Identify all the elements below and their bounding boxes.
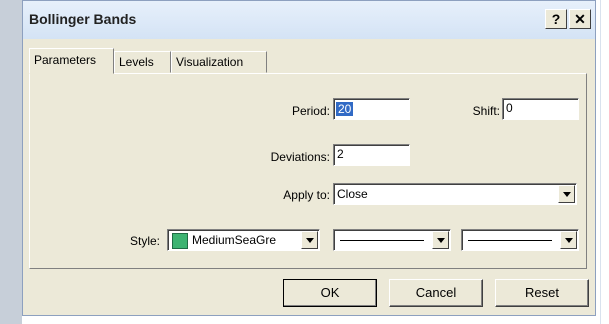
apply-to-label: Apply to: xyxy=(283,188,330,202)
color-dropdown-arrow-icon[interactable] xyxy=(301,231,318,249)
shift-input[interactable]: 0 xyxy=(502,98,579,120)
bollinger-bands-dialog: Bollinger Bands ? ✕ Parameters Levels Vi… xyxy=(22,0,596,316)
line-width-dropdown-arrow-icon[interactable] xyxy=(560,231,577,249)
style-label: Style: xyxy=(129,234,160,248)
background-chart-left xyxy=(0,0,22,324)
shift-label: Shift: xyxy=(472,104,500,118)
cancel-button[interactable]: Cancel xyxy=(389,279,483,307)
reset-button[interactable]: Reset xyxy=(495,279,589,307)
parameters-panel: Period: 20 Shift: 0 Deviations: 2 Apply … xyxy=(29,73,587,269)
line-width-select[interactable] xyxy=(461,229,579,251)
color-value: MediumSeaGre xyxy=(192,233,277,247)
color-select[interactable]: MediumSeaGre xyxy=(167,229,320,251)
line-style-select[interactable] xyxy=(333,229,451,251)
apply-to-select[interactable]: Close xyxy=(333,183,577,205)
deviations-input[interactable]: 2 xyxy=(333,144,410,166)
ok-button[interactable]: OK xyxy=(283,279,377,307)
background-chart-bottom xyxy=(22,316,596,324)
period-label: Period: xyxy=(291,104,330,118)
title-bar: Bollinger Bands ? ✕ xyxy=(23,1,595,39)
window-title: Bollinger Bands xyxy=(29,11,137,27)
background-chart-right xyxy=(596,0,609,324)
close-button[interactable]: ✕ xyxy=(569,9,591,29)
apply-to-value: Close xyxy=(337,187,368,201)
line-style-dropdown-arrow-icon[interactable] xyxy=(432,231,449,249)
tab-visualization[interactable]: Visualization xyxy=(171,51,267,73)
tab-levels[interactable]: Levels xyxy=(114,51,171,73)
period-input[interactable]: 20 xyxy=(333,98,410,120)
line-style-sample-icon xyxy=(340,240,424,241)
period-value: 20 xyxy=(336,102,354,116)
color-swatch xyxy=(172,233,188,249)
deviations-label: Deviations: xyxy=(270,150,330,164)
apply-to-dropdown-arrow-icon[interactable] xyxy=(558,185,575,203)
line-width-sample-icon xyxy=(468,240,552,241)
tab-parameters[interactable]: Parameters xyxy=(29,48,114,74)
help-button[interactable]: ? xyxy=(545,9,567,29)
